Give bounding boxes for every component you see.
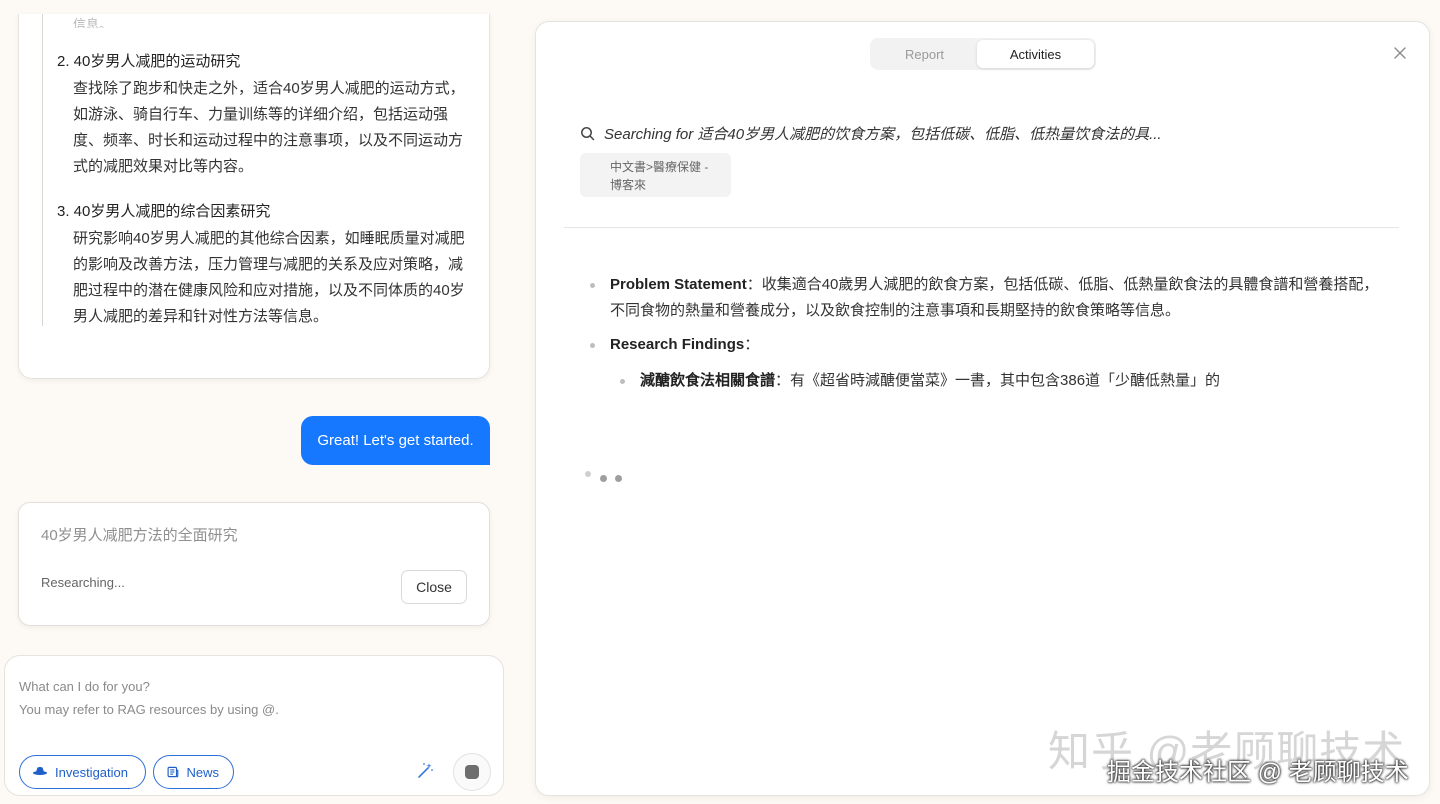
plan-item-list: 2. 40岁男人减肥的运动研究 查找除了跑步和快走之外，适合40岁男人减肥的运动…	[57, 50, 477, 350]
stop-button[interactable]	[453, 753, 491, 791]
tab-activities[interactable]: Activities	[977, 40, 1094, 68]
input-placeholder-line2[interactable]: You may refer to RAG resources by using …	[19, 702, 279, 717]
close-icon[interactable]	[1393, 46, 1407, 60]
plan-item-title: 3. 40岁男人减肥的综合因素研究	[57, 203, 271, 220]
magic-wand-icon[interactable]	[415, 761, 435, 781]
loading-dot	[615, 475, 622, 482]
research-finding-subitem: 減醣飲食法相關食譜：有《超省時減醣便當菜》一書，其中包含386道「少醣低熱量」的	[616, 368, 1386, 394]
watermark-juejin: 掘金技术社区 @ 老顾聊技术	[1107, 759, 1409, 786]
research-plan-card: 信息。 2. 40岁男人减肥的运动研究 查找除了跑步和快走之外，适合40岁男人减…	[18, 14, 490, 379]
plan-item-description: 查找除了跑步和快走之外，适合40岁男人减肥的运动方式，如游泳、骑自行车、力量训练…	[73, 80, 465, 175]
detective-hat-icon	[33, 767, 47, 775]
plan-previous-text: 信息。	[73, 17, 113, 28]
research-findings-label: Research Findings	[610, 336, 745, 353]
plan-item: 3. 40岁男人减肥的综合因素研究 研究影响40岁男人减肥的其他综合因素，如睡眠…	[57, 200, 477, 330]
chat-input-box[interactable]: What can I do for you? You may refer to …	[4, 655, 504, 796]
source-chip[interactable]: 中文書>醫療保健 - 博客來	[580, 153, 731, 197]
investigation-button[interactable]: Investigation	[19, 755, 146, 789]
close-research-button[interactable]: Close	[401, 570, 467, 604]
loading-dot	[600, 475, 607, 482]
user-message-bubble: Great! Let's get started.	[301, 416, 490, 465]
research-status-card[interactable]: 40岁男人减肥方法的全面研究 Researching... Close	[18, 502, 490, 626]
panel-divider	[564, 227, 1399, 228]
newspaper-icon	[167, 766, 179, 778]
input-placeholder-line1[interactable]: What can I do for you?	[19, 679, 150, 694]
research-status-text: Researching...	[41, 575, 125, 590]
plan-item: 2. 40岁男人减肥的运动研究 查找除了跑步和快走之外，适合40岁男人减肥的运动…	[57, 50, 477, 180]
investigation-label: Investigation	[55, 764, 128, 780]
activities-panel: Report Activities Searching for 适合40岁男人减…	[535, 21, 1430, 796]
finding-subitem-text: ：有《超省時減醣便當菜》一書，其中包含386道「少醣低熱量」的	[775, 372, 1221, 389]
search-icon	[581, 127, 595, 141]
plan-indent-line	[42, 14, 43, 326]
research-findings-suffix: ：	[744, 336, 760, 353]
news-button[interactable]: News	[153, 755, 234, 789]
tab-report[interactable]: Report	[872, 40, 977, 68]
loading-dots	[585, 470, 625, 484]
problem-statement-label: Problem Statement	[610, 276, 747, 293]
search-query-text: Searching for 适合40岁男人减肥的饮食方案，包括低碳、低脂、低热量…	[604, 126, 1162, 143]
problem-statement-item: Problem Statement：收集適合40歲男人減肥的飲食方案，包括低碳、…	[586, 272, 1386, 324]
news-label: News	[186, 764, 219, 780]
loading-dot	[585, 471, 591, 477]
panel-tab-bar: Report Activities	[870, 38, 1096, 70]
research-findings-item: Research Findings：	[586, 332, 1386, 358]
finding-subitem-label: 減醣飲食法相關食譜	[640, 372, 776, 389]
plan-item-description: 研究影响40岁男人减肥的其他综合因素，如睡眠质量对减肥的影响及改善方法，压力管理…	[73, 230, 465, 325]
plan-item-title: 2. 40岁男人减肥的运动研究	[57, 53, 241, 70]
stop-icon	[465, 765, 479, 779]
research-title: 40岁男人减肥方法的全面研究	[41, 527, 238, 544]
findings-content: Problem Statement：收集適合40歲男人減肥的飲食方案，包括低碳、…	[586, 272, 1386, 394]
search-activity: Searching for 适合40岁男人减肥的饮食方案，包括低碳、低脂、低热量…	[580, 123, 1200, 144]
